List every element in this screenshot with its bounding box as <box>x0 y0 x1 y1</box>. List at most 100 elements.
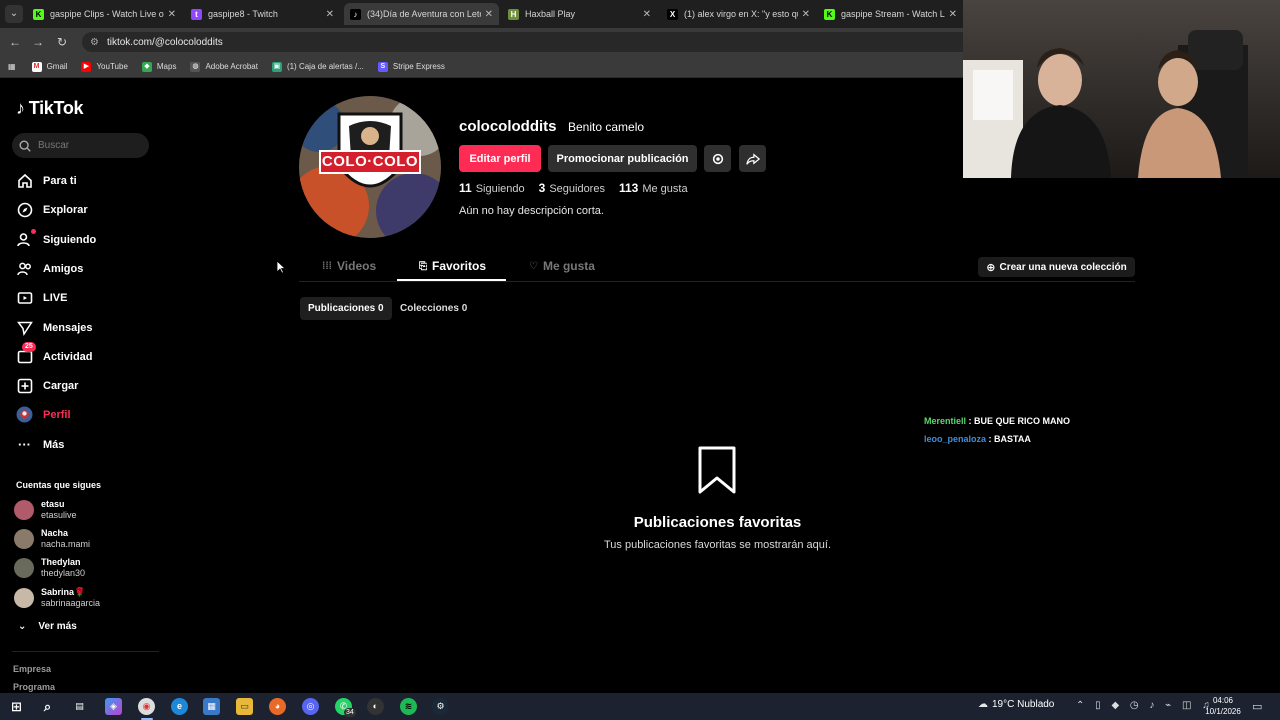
sidebar-item-amigos[interactable]: Amigos <box>16 260 83 277</box>
tiktok-logo[interactable]: ♪ TikTok <box>16 98 84 119</box>
browser-tab[interactable]: X (1) alex virgo en X: "y esto que ✕ <box>661 3 816 25</box>
weather-widget[interactable]: ☁ 19°C Nublado <box>978 699 1054 710</box>
sidebar-item-label: Siguiendo <box>43 233 97 246</box>
avatar <box>14 500 34 520</box>
chat-text: BASTAA <box>994 434 1031 444</box>
file-explorer-icon[interactable]: ▭ <box>236 698 253 715</box>
footer-link-empresa[interactable]: Empresa <box>13 664 51 674</box>
settings-button[interactable] <box>704 145 731 172</box>
taskbar-clock[interactable]: 04:06 10/1/2026 <box>1200 695 1246 717</box>
tab-search-icon[interactable]: ⌄ <box>5 5 23 23</box>
browser-tab[interactable]: t gaspipe8 - Twitch ✕ <box>185 3 340 25</box>
profile-bio: Aún no hay descripción corta. <box>459 205 604 217</box>
profile-avatar-icon <box>16 406 33 423</box>
promote-post-button[interactable]: Promocionar publicación <box>548 145 697 172</box>
profile-avatar[interactable]: COLO·COLO <box>299 96 441 238</box>
followed-account[interactable]: Thedylan thedylan30 <box>14 557 85 579</box>
close-tab-icon[interactable]: ✕ <box>326 9 334 20</box>
bookmark-gmail[interactable]: M Gmail <box>31 61 67 72</box>
avatar <box>14 558 34 578</box>
edit-profile-button[interactable]: Editar perfil <box>459 145 541 172</box>
bookmark-stripe[interactable]: S Stripe Express <box>377 61 445 72</box>
subtab-publicaciones[interactable]: Publicaciones 0 <box>300 297 392 320</box>
sidebar-item-actividad[interactable]: 25 Actividad <box>16 342 93 365</box>
close-tab-icon[interactable]: ✕ <box>168 9 176 20</box>
edge-icon[interactable]: e <box>171 698 188 715</box>
tab-me-gusta[interactable]: ♡ Me gusta <box>529 259 595 273</box>
spotify-icon[interactable]: ≋ <box>400 698 417 715</box>
chrome-icon[interactable]: ◉ <box>138 698 155 715</box>
sidebar-item-label: Más <box>43 438 65 451</box>
sidebar-item-perfil[interactable]: Perfil <box>16 406 71 423</box>
bookmark-maps[interactable]: ◆ Maps <box>141 61 176 72</box>
system-tray[interactable]: ⌃ ▯ ◆ ◷ ♪ ⌁ ◫ ♫ <box>1076 700 1214 711</box>
close-tab-icon[interactable]: ✕ <box>643 9 651 20</box>
sidebar-item-para-ti[interactable]: Para ti <box>16 172 77 189</box>
followed-account[interactable]: Nacha nacha.mami <box>14 528 90 550</box>
twitch-icon: t <box>191 8 202 20</box>
browser-tab-active[interactable]: ♪ (34)Día de Aventura con Leto en ✕ <box>344 3 499 25</box>
grid-icon: ⁞⁞⁞ <box>322 260 332 272</box>
browser-tab[interactable]: K gaspipe Stream - Watch Live on ✕ <box>818 3 963 25</box>
close-tab-icon[interactable]: ✕ <box>802 9 810 20</box>
bookmark-youtube[interactable]: ▶ YouTube <box>81 61 128 72</box>
tab-videos[interactable]: ⁞⁞⁞ Videos <box>322 259 376 273</box>
sidebar-item-mensajes[interactable]: Mensajes <box>16 319 93 336</box>
subtab-colecciones[interactable]: Colecciones 0 <box>392 297 475 320</box>
new-collection-button[interactable]: ⊕ Crear una nueva colección <box>978 257 1135 277</box>
site-settings-icon[interactable]: ⚙ <box>90 37 99 48</box>
forward-arrow-icon[interactable]: → <box>30 34 46 50</box>
sidebar-item-live[interactable]: LIVE <box>16 289 67 306</box>
stripe-icon: S <box>377 61 388 72</box>
chat-username: leoo_penaloza <box>924 434 987 444</box>
discord-icon[interactable]: ◎ <box>302 698 319 715</box>
whatsapp-badge: 34 <box>344 708 356 717</box>
close-tab-icon[interactable]: ✕ <box>485 9 493 20</box>
tiktok-icon: ♪ <box>350 8 361 20</box>
sidebar-item-cargar[interactable]: Cargar <box>16 377 78 394</box>
stat-followers[interactable]: 3 Seguidores <box>539 181 605 195</box>
webcam-image <box>963 30 1248 178</box>
search-input[interactable]: Buscar <box>12 133 149 158</box>
firefox-icon[interactable]: ◕ <box>269 698 286 715</box>
browser-tab[interactable]: H Haxball Play ✕ <box>502 3 657 25</box>
reload-icon[interactable]: ↻ <box>54 34 70 50</box>
sidebar-item-mas[interactable]: ··· Más <box>16 436 64 453</box>
browser-tab[interactable]: K gaspipe Clips - Watch Live on K ✕ <box>27 3 182 25</box>
followed-account[interactable]: Sabrina🌹 sabrinaagarcia <box>14 587 100 609</box>
tab-favoritos[interactable]: ⎘ Favoritos <box>419 259 486 273</box>
steam-icon[interactable]: ⚙ <box>432 698 449 715</box>
bookmark-acrobat[interactable]: ◍ Adobe Acrobat <box>190 61 258 72</box>
stat-following[interactable]: 11 Siguiendo <box>459 181 525 195</box>
address-bar[interactable]: ⚙ tiktok.com/@colocoloddits <box>82 32 972 52</box>
profile-stats: 11 Siguiendo 3 Seguidores 113 Me gusta <box>459 181 702 195</box>
stat-label: Seguidores <box>549 183 605 195</box>
profile-username: colocoloddits <box>459 118 557 135</box>
share-profile-button[interactable] <box>739 145 766 172</box>
back-arrow-icon[interactable]: ← <box>7 34 23 50</box>
sidebar-item-explorar[interactable]: Explorar <box>16 201 88 218</box>
tab-title: (1) alex virgo en X: "y esto que <box>684 9 798 19</box>
chevron-down-icon: ⌄ <box>18 621 27 632</box>
notification-icon[interactable]: ▭ <box>1252 700 1262 713</box>
sidebar-item-label: Perfil <box>43 408 71 421</box>
windows-start-icon[interactable]: ⊞ <box>8 698 25 715</box>
new-collection-label: Crear una nueva colección <box>999 261 1127 273</box>
sidebar-item-siguiendo[interactable]: Siguiendo <box>16 229 97 248</box>
apps-grid-icon[interactable]: ▦ <box>8 62 16 71</box>
followed-account[interactable]: etasu etasulive <box>14 499 77 521</box>
tab-title: gaspipe8 - Twitch <box>208 9 278 19</box>
bookmark-alerts[interactable]: ▣ (1) Caja de alertas /... <box>271 61 364 72</box>
see-more-button[interactable]: ⌄ Ver más <box>18 621 77 632</box>
kick-icon: K <box>824 8 835 20</box>
search-taskbar-icon[interactable]: ⌕ <box>39 698 56 715</box>
more-icon: ··· <box>18 437 31 452</box>
copilot-icon[interactable]: ◈ <box>105 698 122 715</box>
maps-icon: ◆ <box>141 61 152 72</box>
footer-link-programa[interactable]: Programa <box>13 682 55 692</box>
sidebar-item-label: Amigos <box>43 262 84 275</box>
store-icon[interactable]: ▦ <box>203 698 220 715</box>
task-view-icon[interactable]: ▤ <box>71 698 88 715</box>
obs-icon[interactable]: ◐ <box>367 698 384 715</box>
close-tab-icon[interactable]: ✕ <box>949 9 957 20</box>
